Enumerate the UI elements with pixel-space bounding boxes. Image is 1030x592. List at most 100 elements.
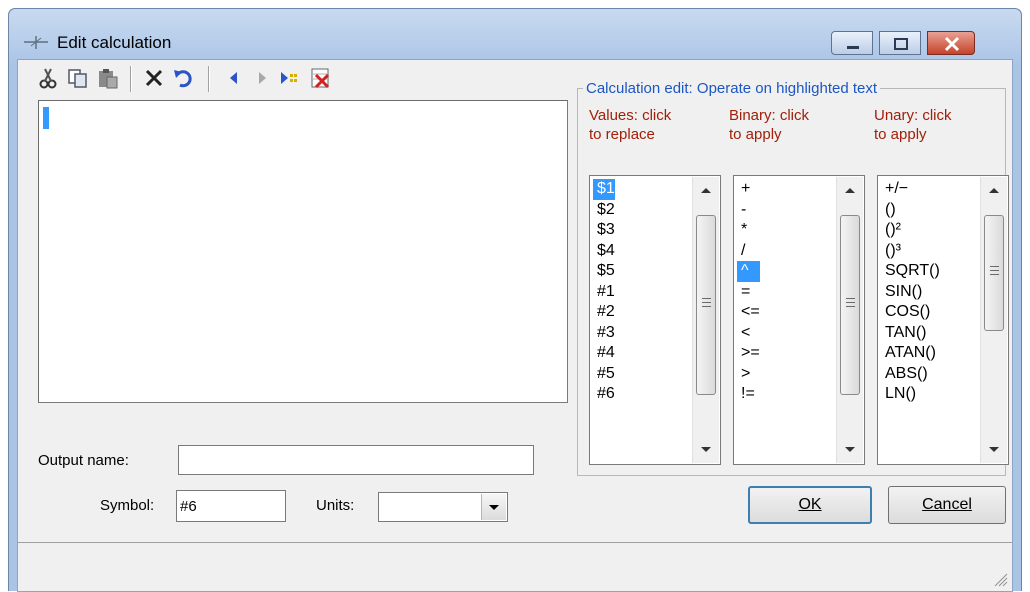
binary-scrollbar[interactable] [836, 177, 863, 463]
grip-line [846, 302, 855, 303]
binary-list-item[interactable]: <= [737, 302, 760, 323]
unary-list-item[interactable]: ATAN() [881, 343, 940, 364]
binary-list-item[interactable]: > [737, 364, 760, 385]
values-list-item[interactable]: #6 [593, 384, 615, 405]
cancel-button[interactable]: Cancel [888, 486, 1006, 524]
scroll-up-icon[interactable] [987, 185, 1001, 195]
dialog-body: Output name: Symbol: Units: Calculation … [17, 59, 1013, 592]
binary-list-item[interactable]: ^ [737, 261, 760, 282]
values-scrollbar[interactable] [692, 177, 719, 463]
dialog-window: Edit calculation Output name: Symbol: #6… [8, 8, 1022, 592]
values-list-item[interactable]: #4 [593, 343, 615, 364]
unary-list-item[interactable]: ()³ [881, 241, 940, 262]
binary-heading-line1: Binary: click [729, 107, 810, 124]
symbol-label: Symbol: [100, 497, 155, 514]
values-heading: Values: click to replace [589, 106, 671, 144]
copy-icon[interactable] [66, 66, 90, 90]
values-list-item[interactable]: #3 [593, 323, 615, 344]
scroll-down-icon[interactable] [987, 445, 1001, 455]
text-cursor [43, 107, 49, 129]
output-name-label: Output name: [38, 452, 129, 469]
close-icon [944, 36, 960, 52]
binary-list-item[interactable]: = [737, 282, 760, 303]
unary-list[interactable]: +/−() ()² ()³ SQRT() SIN() COS() TAN() ATAN() AB… [877, 175, 1009, 465]
group-title: Calculation edit: Operate on highlighted… [583, 80, 881, 97]
app-icon [24, 36, 48, 49]
move-right-icon[interactable] [250, 66, 274, 90]
binary-list-item[interactable]: / [737, 241, 760, 262]
delete-icon[interactable] [142, 66, 166, 90]
output-name-field[interactable] [178, 445, 534, 475]
scroll-up-icon[interactable] [843, 185, 857, 195]
maximize-icon [894, 38, 908, 50]
grip-line [702, 302, 711, 303]
scroll-up-icon[interactable] [699, 185, 713, 195]
values-list-item[interactable]: $3 [593, 220, 615, 241]
scroll-thumb[interactable] [696, 215, 716, 395]
binary-list-items: + - * / ^ = <= < >= > != [737, 179, 760, 405]
grip-line [846, 298, 855, 299]
values-heading-line1: Values: click [589, 107, 672, 124]
unary-heading-line2: to apply [874, 126, 927, 143]
values-list-item[interactable]: #2 [593, 302, 615, 323]
chevron-down-icon [489, 505, 499, 510]
move-left-icon[interactable] [222, 66, 246, 90]
binary-heading-line2: to apply [729, 126, 782, 143]
unary-list-item[interactable]: () [881, 200, 940, 221]
grip-line [846, 306, 855, 307]
undo-icon[interactable] [172, 66, 196, 90]
grip-line [990, 274, 999, 275]
scroll-down-icon[interactable] [699, 445, 713, 455]
values-list-item[interactable]: $5 [593, 261, 615, 282]
resize-grip-icon[interactable] [992, 571, 1008, 587]
minimize-button[interactable] [831, 31, 873, 55]
grip-line [990, 266, 999, 267]
unary-list-item[interactable]: LN() [881, 384, 940, 405]
grip-line [702, 306, 711, 307]
values-list-item[interactable]: $2 [593, 200, 615, 221]
cancel-button-label: Cancel [922, 496, 972, 513]
toolbar-separator [130, 66, 132, 92]
unary-list-item[interactable]: ()² [881, 220, 940, 241]
values-list-items: $1 $2 $3 $4 $5 #1 #2 #3 #4 #5 #6 [593, 179, 615, 405]
window-title: Edit calculation [57, 33, 172, 52]
units-label: Units: [316, 497, 355, 514]
clear-icon[interactable] [308, 66, 332, 90]
calculation-text-area[interactable] [38, 100, 568, 403]
scroll-thumb[interactable] [984, 215, 1004, 331]
minimize-icon [847, 46, 859, 49]
binary-list-item[interactable]: >= [737, 343, 760, 364]
unary-list-item[interactable]: ABS() [881, 364, 940, 385]
grip-line [990, 270, 999, 271]
binary-list-item[interactable]: != [737, 384, 760, 405]
units-dropdown[interactable] [378, 492, 508, 522]
ok-button[interactable]: OK [748, 486, 872, 524]
values-list-item[interactable]: $4 [593, 241, 615, 262]
binary-list-item[interactable]: < [737, 323, 760, 344]
unary-list-item[interactable]: SQRT() [881, 261, 940, 282]
scroll-down-icon[interactable] [843, 445, 857, 455]
binary-list-item[interactable]: * [737, 220, 760, 241]
unary-list-item[interactable]: SIN() [881, 282, 940, 303]
values-list-item[interactable]: $1 [593, 179, 615, 200]
unary-list-item[interactable]: +/− [881, 179, 940, 200]
paste-icon[interactable] [96, 66, 120, 90]
maximize-button[interactable] [879, 31, 921, 55]
insert-icon[interactable] [278, 66, 302, 90]
unary-list-item[interactable]: COS() [881, 302, 940, 323]
unary-scrollbar[interactable] [980, 177, 1007, 463]
values-heading-line2: to replace [589, 126, 655, 143]
cut-icon[interactable] [36, 66, 60, 90]
values-list[interactable]: $1 $2 $3 $4 $5 #1 #2 #3 #4 #5 #6 [589, 175, 721, 465]
scroll-thumb[interactable] [840, 215, 860, 395]
values-list-item[interactable]: #1 [593, 282, 615, 303]
symbol-field[interactable] [176, 490, 286, 522]
close-button[interactable] [927, 31, 975, 55]
binary-list[interactable]: + - * / ^ = <= < >= > != [733, 175, 865, 465]
values-list-item[interactable]: #5 [593, 364, 615, 385]
unary-list-items: +/−() ()² ()³ SQRT() SIN() COS() TAN() ATAN() AB… [881, 179, 940, 405]
binary-list-item[interactable]: - [737, 200, 760, 221]
units-dropdown-button[interactable] [481, 494, 506, 520]
binary-list-item[interactable]: + [737, 179, 760, 200]
unary-list-item[interactable]: TAN() [881, 323, 940, 344]
